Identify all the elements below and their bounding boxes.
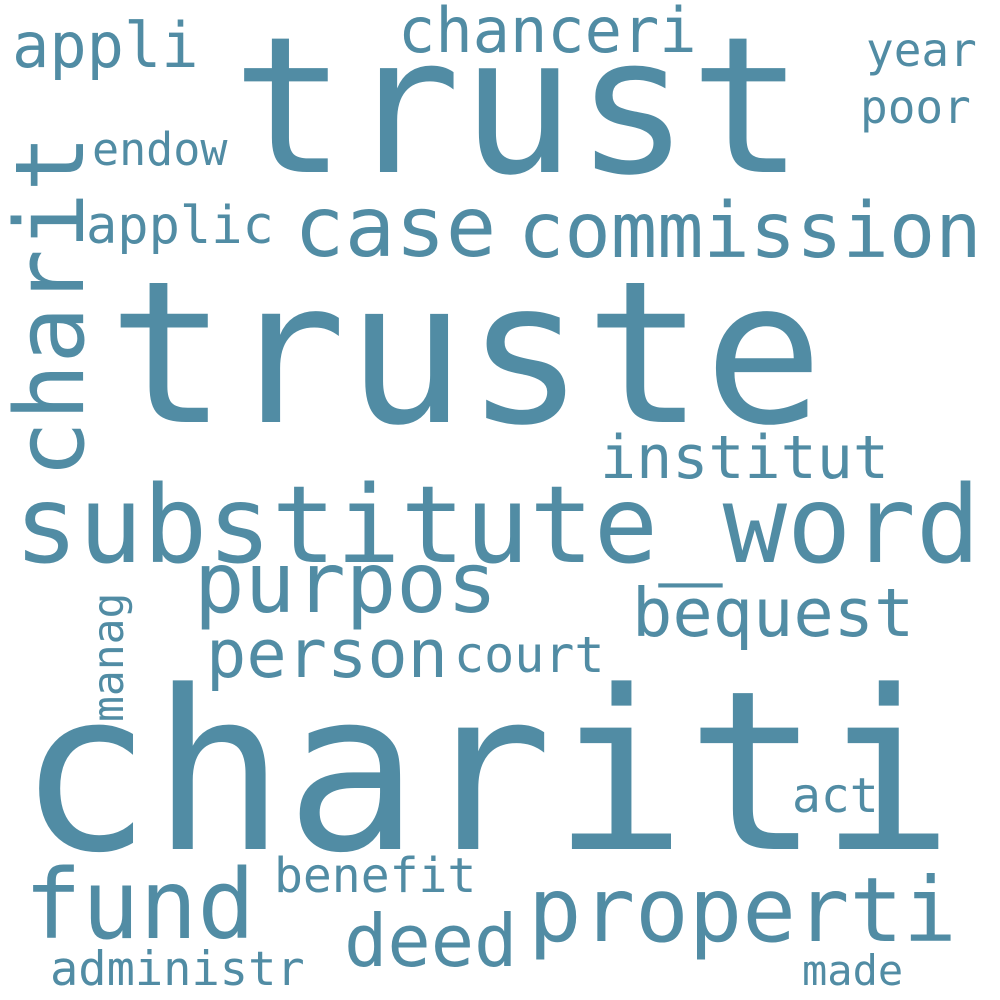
word-fund: fund	[24, 849, 256, 961]
word-applic: applic	[86, 196, 274, 256]
word-case: case	[294, 178, 497, 276]
word-cloud: chariti truste trust substitute_word cha…	[0, 0, 1000, 1000]
word-institut: institut	[600, 423, 889, 493]
word-charit: charit	[0, 134, 106, 478]
word-purpos: purpos	[194, 534, 498, 632]
word-commission: commission	[518, 187, 982, 276]
word-year: year	[866, 23, 977, 77]
word-benefit: benefit	[274, 848, 477, 904]
word-manag: manag	[84, 592, 134, 722]
word-deed: deed	[344, 899, 518, 983]
word-endow: endow	[92, 123, 228, 176]
word-bequest: bequest	[632, 574, 915, 652]
word-court: court	[454, 626, 605, 684]
word-act: act	[792, 768, 879, 824]
word-chanceri: chanceri	[398, 0, 697, 67]
word-properti: properti	[528, 858, 957, 962]
word-person: person	[206, 615, 449, 693]
word-poor: poor	[860, 80, 971, 134]
word-made: made	[802, 946, 904, 995]
word-appli: appli	[12, 9, 199, 82]
word-administr: administr	[50, 942, 305, 997]
